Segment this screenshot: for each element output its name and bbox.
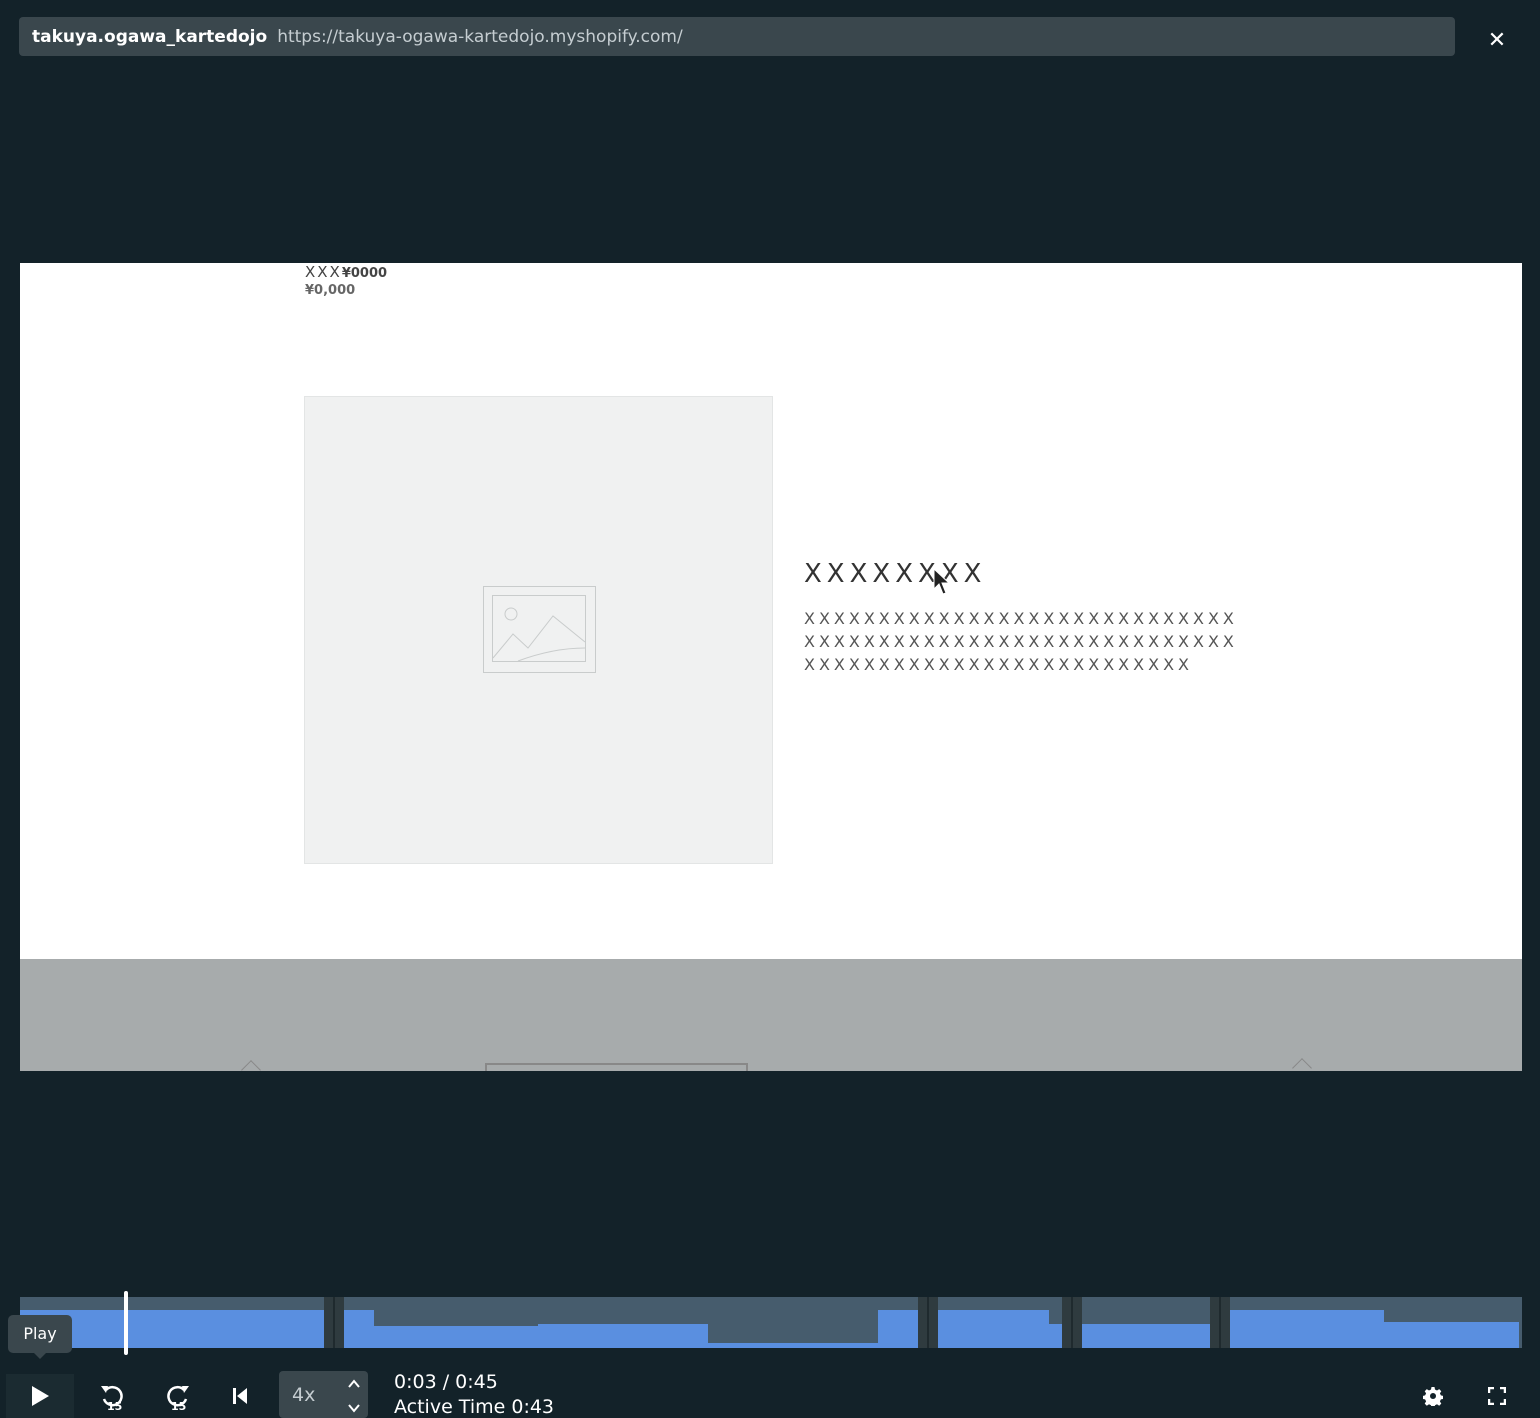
svg-text:15: 15: [171, 1400, 186, 1411]
speed-selector[interactable]: 4x: [279, 1371, 368, 1418]
page-divider: [1210, 1297, 1230, 1348]
product-description: XXXXXXXXXXXXXXXXXXXXXXXXXXXXXXXXXXXXXXXX…: [804, 609, 1238, 674]
product-image: [304, 396, 773, 864]
playback-time: 0:03 / 0:45: [394, 1371, 498, 1393]
skip-to-start-button[interactable]: [226, 1374, 254, 1418]
play-tooltip: Play: [8, 1315, 72, 1359]
page-divider: [324, 1297, 344, 1348]
activity-segment: [1228, 1310, 1384, 1348]
forward-15-button[interactable]: 15: [160, 1374, 194, 1418]
gear-icon: [1423, 1387, 1443, 1406]
footer-band: [20, 959, 1522, 1071]
header-product-name: XXX: [305, 263, 342, 281]
activity-segment: [935, 1310, 1049, 1348]
close-icon[interactable]: ✕: [1484, 28, 1510, 54]
header-product: XXX¥0000 ¥0,000: [305, 263, 387, 298]
play-icon: [32, 1386, 49, 1406]
activity-segment: [1080, 1324, 1212, 1348]
url-bar: takuya.ogawa_kartedojo https://takuya-og…: [19, 17, 1455, 56]
product-title: XXXXXXXX: [804, 559, 987, 589]
active-time: Active Time 0:43: [394, 1396, 555, 1418]
page-divider: [1062, 1297, 1082, 1348]
activity-segment: [374, 1326, 538, 1348]
activity-segment: [708, 1343, 878, 1348]
replay-viewport: XXX¥0000 ¥0,000 XXXXXXXX XXXXXXXXXXXXXXX…: [20, 263, 1522, 1071]
chevron-up-icon[interactable]: [347, 1377, 361, 1391]
header-price: ¥0,000: [305, 283, 356, 298]
page-url: https://takuya-ogawa-kartedojo.myshopify…: [277, 26, 683, 47]
fullscreen-icon: [1488, 1387, 1506, 1405]
speed-value: 4x: [292, 1384, 316, 1406]
header-product-price: ¥0000: [341, 266, 388, 281]
skip-back-icon: [233, 1388, 247, 1404]
timeline[interactable]: [20, 1297, 1522, 1348]
activity-segment: [878, 1310, 920, 1348]
playhead[interactable]: [124, 1291, 128, 1355]
chevron-down-icon[interactable]: [347, 1401, 361, 1415]
page-divider: [918, 1297, 938, 1348]
activity-segment: [344, 1310, 374, 1348]
activity-segment: [1384, 1322, 1519, 1348]
play-button[interactable]: [6, 1374, 74, 1418]
forward-15-icon: 15: [167, 1385, 189, 1411]
activity-segment: [538, 1324, 708, 1348]
time-display: 0:03 / 0:45 Active Time 0:43: [394, 1370, 554, 1418]
footer-box: [485, 1063, 748, 1071]
svg-text:15: 15: [107, 1400, 122, 1411]
mouse-cursor-icon: [933, 568, 951, 595]
image-placeholder-icon: [483, 586, 596, 673]
rewind-15-icon: 15: [101, 1385, 123, 1411]
fullscreen-button[interactable]: [1484, 1374, 1510, 1418]
rewind-15-button[interactable]: 15: [96, 1374, 130, 1418]
settings-button[interactable]: [1420, 1374, 1446, 1418]
chevron-up-icon: [1292, 1058, 1312, 1071]
chevron-up-icon: [241, 1060, 261, 1071]
site-name: takuya.ogawa_kartedojo: [32, 26, 268, 47]
